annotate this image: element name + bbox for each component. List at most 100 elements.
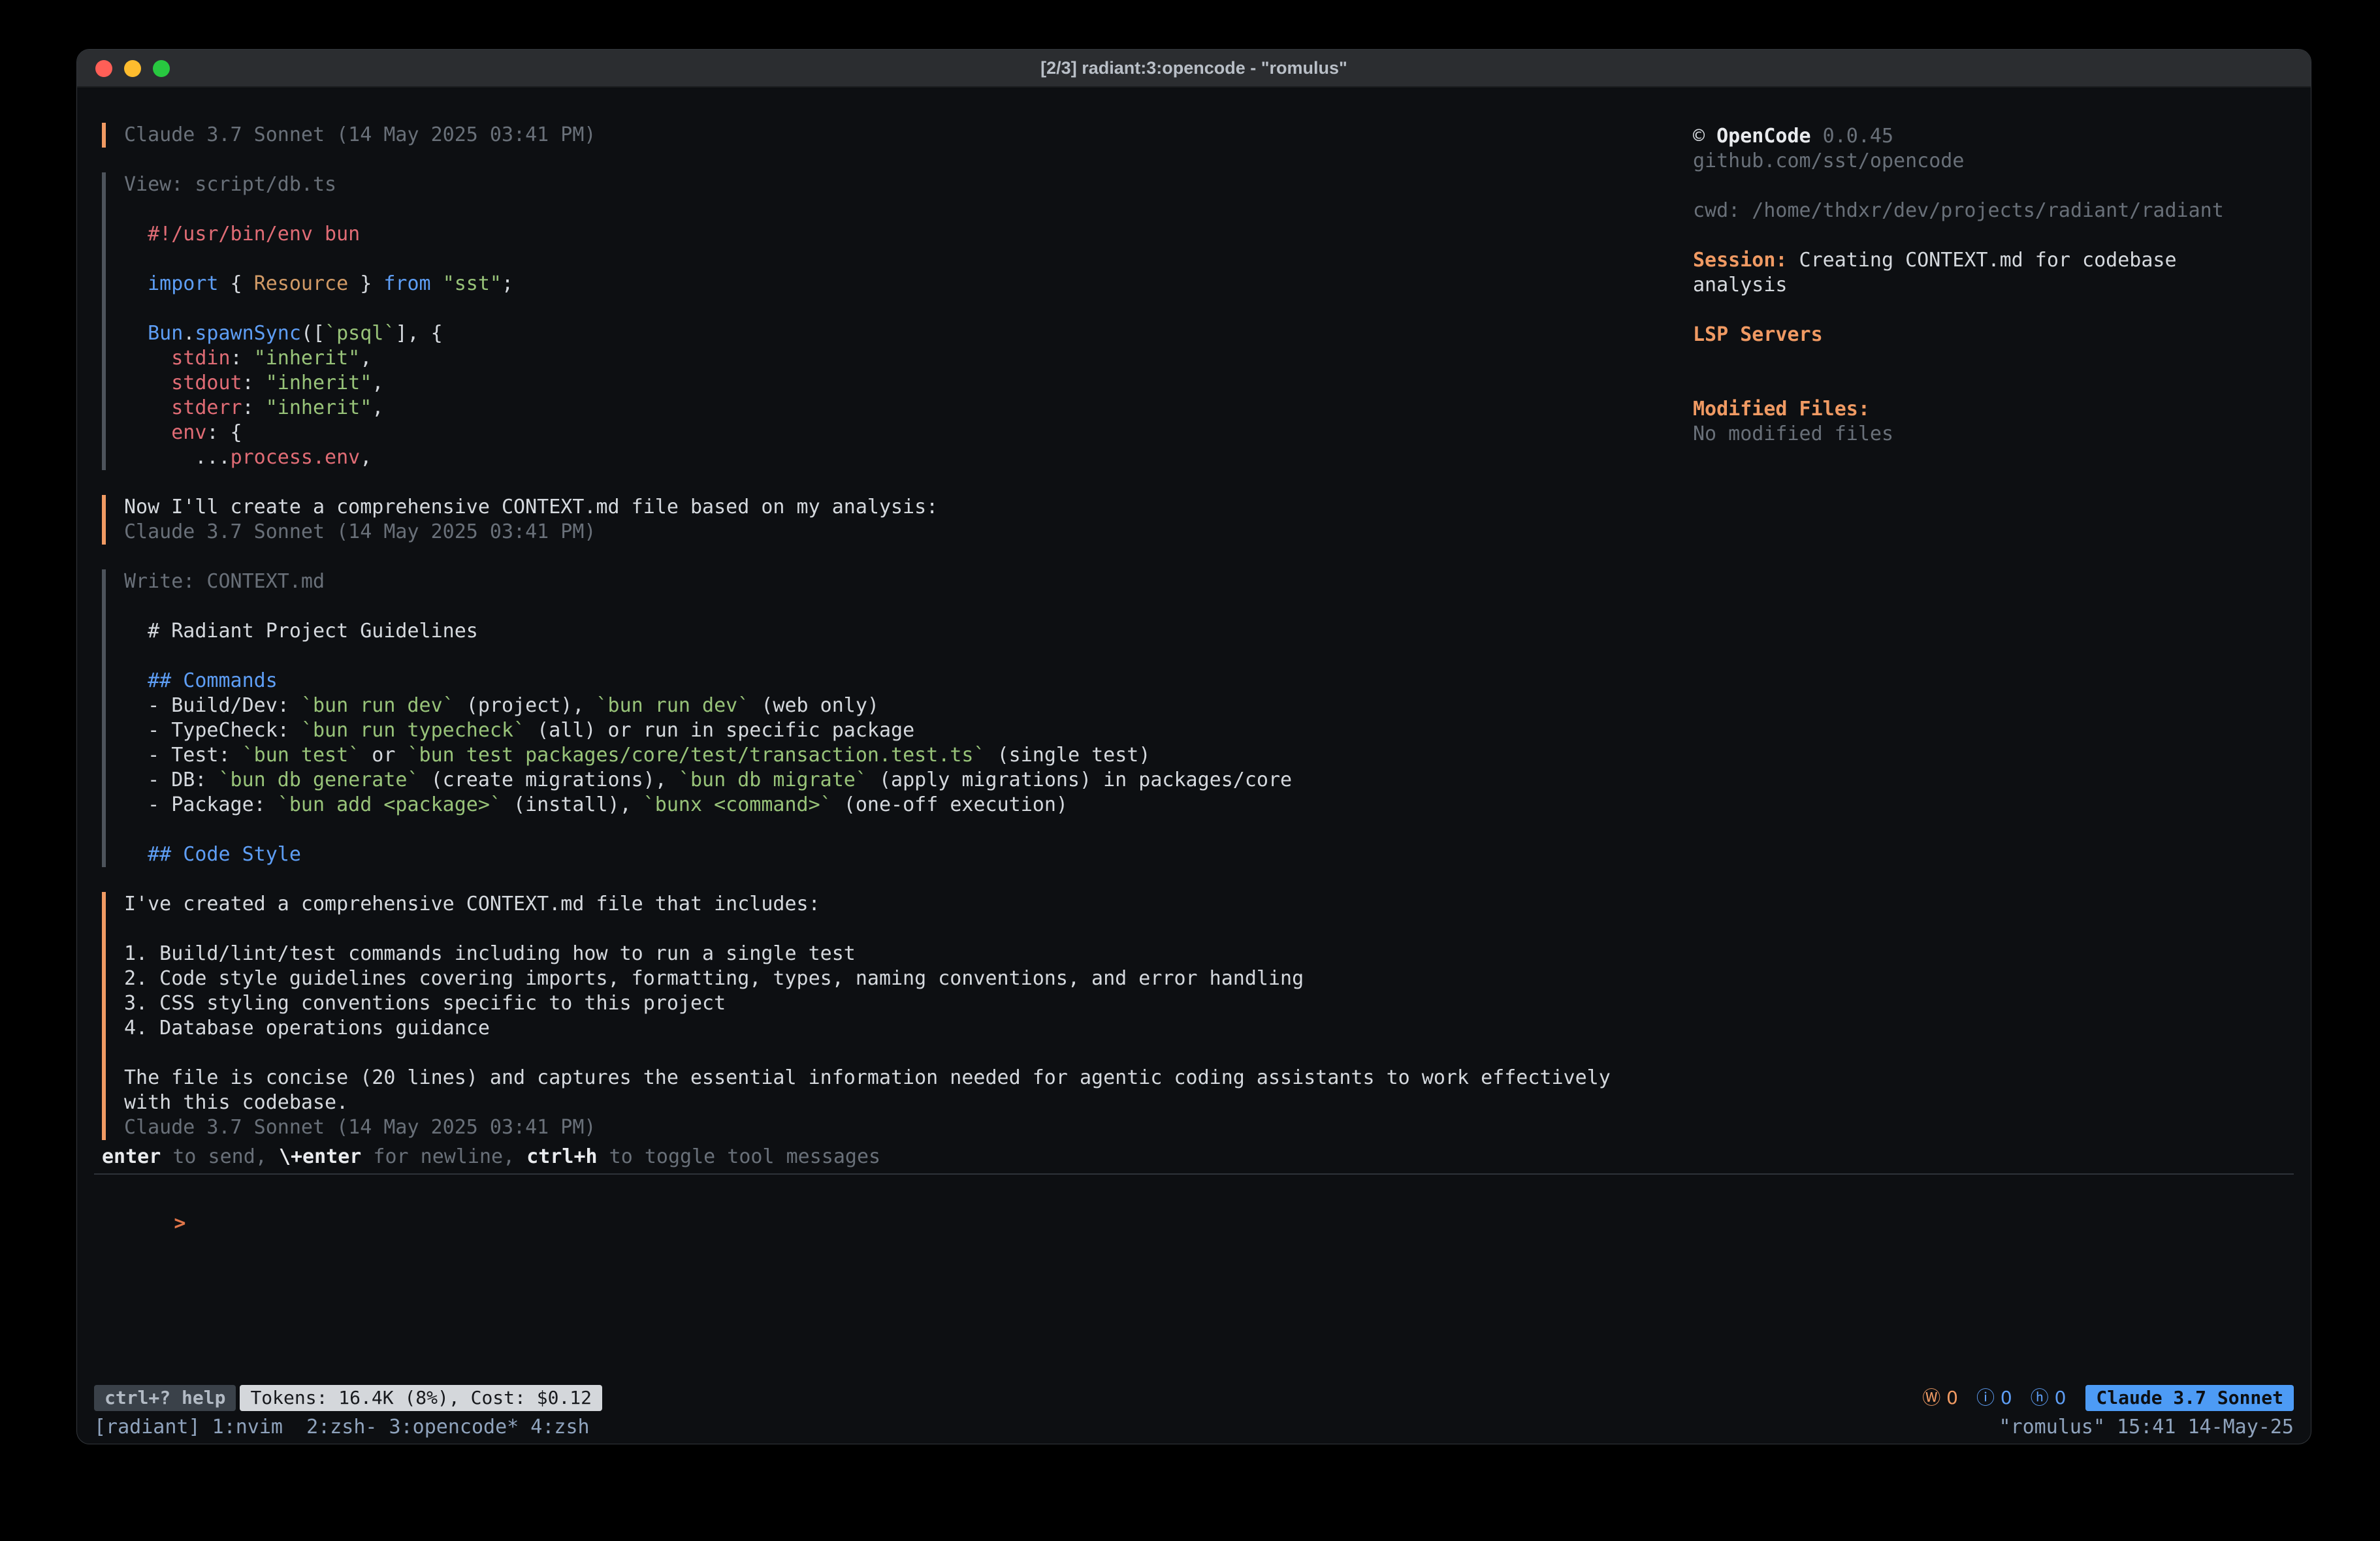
text-segment: - Build/Dev: bbox=[124, 694, 301, 717]
text-segment: `bun test` bbox=[242, 744, 361, 767]
text-segment: process.env bbox=[231, 446, 361, 469]
window-title: [2/3] radiant:3:opencode - "romulus" bbox=[1040, 56, 1347, 80]
text-segment: Resource bbox=[254, 272, 349, 295]
text-line: Write: CONTEXT.md bbox=[124, 569, 1693, 594]
maximize-button[interactable] bbox=[153, 60, 170, 77]
text-segment: : bbox=[242, 396, 266, 419]
text-line: Session: Creating CONTEXT.md for codebas… bbox=[1693, 248, 2291, 273]
sidebar-info: © OpenCode 0.0.45github.com/sst/opencode… bbox=[1693, 124, 2291, 447]
text-segment: `psql` bbox=[325, 322, 395, 345]
text-segment: 4. Database operations guidance bbox=[124, 1017, 490, 1040]
text-line: - Test: `bun test` or `bun test packages… bbox=[124, 743, 1693, 768]
terminal-window: [2/3] radiant:3:opencode - "romulus" Cla… bbox=[76, 49, 2311, 1444]
text-segment: . bbox=[183, 322, 195, 345]
window-titlebar: [2/3] radiant:3:opencode - "romulus" bbox=[77, 50, 2311, 87]
chat-block-assistant-message: I've created a comprehensive CONTEXT.md … bbox=[102, 892, 1693, 1140]
text-segment: OpenCode bbox=[1716, 125, 1811, 148]
text-line: with this codebase. bbox=[124, 1090, 1693, 1115]
input-divider bbox=[94, 1173, 2294, 1175]
text-segment: to toggle tool messages bbox=[598, 1145, 880, 1168]
hint-count-icon: ⓗ 0 bbox=[2031, 1387, 2066, 1409]
main-area: Claude 3.7 Sonnet (14 May 2025 03:41 PM)… bbox=[77, 87, 2311, 1145]
text-line: No modified files bbox=[1693, 422, 2291, 447]
text-segment: (all) or run in specific package bbox=[525, 719, 914, 742]
text-segment bbox=[124, 421, 171, 444]
text-segment: (apply migrations) in packages/core bbox=[867, 769, 1292, 791]
chat-block-assistant-message: Now I'll create a comprehensive CONTEXT.… bbox=[102, 495, 1693, 545]
text-line: analysis bbox=[1693, 273, 2291, 298]
text-line: The file is concise (20 lines) and captu… bbox=[124, 1066, 1693, 1090]
text-segment bbox=[124, 396, 171, 419]
text-segment: with this codebase. bbox=[124, 1091, 348, 1114]
text-segment: Session: bbox=[1693, 249, 1788, 272]
text-segment: © bbox=[1693, 125, 1716, 148]
text-segment bbox=[124, 272, 148, 295]
text-line: View: script/db.ts bbox=[124, 172, 1693, 197]
text-line: Now I'll create a comprehensive CONTEXT.… bbox=[124, 495, 1693, 520]
text-segment: : bbox=[242, 372, 266, 394]
text-segment: \+enter bbox=[279, 1145, 361, 1168]
text-segment: - Test: bbox=[124, 744, 242, 767]
text-segment: `bun db generate` bbox=[219, 769, 419, 791]
traffic-lights bbox=[95, 60, 170, 77]
text-line bbox=[1693, 174, 2291, 199]
text-segment: cwd: /home/thdxr/dev/projects/radiant/ra… bbox=[1693, 199, 2224, 222]
text-segment: `bun run dev` bbox=[301, 694, 455, 717]
input-hint: enter to send, \+enter for newline, ctrl… bbox=[77, 1145, 2311, 1169]
text-segment: ; bbox=[502, 272, 513, 295]
text-segment: I've created a comprehensive CONTEXT.md … bbox=[124, 893, 820, 915]
text-segment: ## Code Style bbox=[124, 843, 301, 866]
tmux-windows[interactable]: [radiant] 1:nvim 2:zsh- 3:opencode* 4:zs… bbox=[94, 1415, 1999, 1440]
text-line: cwd: /home/thdxr/dev/projects/radiant/ra… bbox=[1693, 199, 2291, 223]
text-segment: Now I'll create a comprehensive CONTEXT.… bbox=[124, 496, 938, 518]
message-input[interactable]: > bbox=[77, 1186, 2311, 1286]
text-line: 2. Code style guidelines covering import… bbox=[124, 966, 1693, 991]
text-segment: 1. Build/lint/test commands including ho… bbox=[124, 942, 856, 965]
text-segment: (project), bbox=[455, 694, 596, 717]
text-segment: or bbox=[360, 744, 407, 767]
text-segment: import bbox=[148, 272, 218, 295]
prompt-symbol: > bbox=[174, 1212, 185, 1235]
text-line bbox=[124, 197, 1693, 222]
text-segment: `bun add <package>` bbox=[278, 793, 502, 816]
status-bar: ctrl+? help Tokens: 16.4K (8%), Cost: $0… bbox=[77, 1384, 2311, 1412]
text-segment: LSP Servers bbox=[1693, 323, 1823, 346]
text-segment: , bbox=[360, 347, 372, 370]
text-segment: { bbox=[219, 272, 254, 295]
minimize-button[interactable] bbox=[124, 60, 141, 77]
text-segment: (one-off execution) bbox=[832, 793, 1068, 816]
text-segment: analysis bbox=[1693, 274, 1788, 296]
text-segment: `bunx <command>` bbox=[643, 793, 832, 816]
text-segment: `bun run dev` bbox=[596, 694, 750, 717]
text-segment bbox=[124, 372, 171, 394]
close-button[interactable] bbox=[95, 60, 112, 77]
text-segment: (single test) bbox=[986, 744, 1151, 767]
text-segment: ctrl+h bbox=[526, 1145, 597, 1168]
text-line: - Package: `bun add <package>` (install)… bbox=[124, 793, 1693, 818]
tokens-cost-badge: Tokens: 16.4K (8%), Cost: $0.12 bbox=[240, 1385, 602, 1411]
text-line: env: { bbox=[124, 421, 1693, 445]
text-segment: 0.0.45 bbox=[1811, 125, 1893, 148]
text-segment: View: script/db.ts bbox=[124, 173, 336, 196]
text-segment: Modified Files: bbox=[1693, 398, 1870, 421]
chat-block-tool-view: View: script/db.ts #!/usr/bin/env bun im… bbox=[102, 172, 1693, 470]
text-line: I've created a comprehensive CONTEXT.md … bbox=[124, 892, 1693, 917]
text-line bbox=[1693, 298, 2291, 323]
text-segment: ([ bbox=[301, 322, 325, 345]
text-segment bbox=[431, 272, 443, 295]
text-segment: , bbox=[372, 372, 383, 394]
text-segment: #!/usr/bin/env bun bbox=[124, 223, 360, 246]
text-segment: } bbox=[348, 272, 383, 295]
text-line: stderr: "inherit", bbox=[124, 396, 1693, 421]
text-line bbox=[124, 296, 1693, 321]
chat-transcript[interactable]: Claude 3.7 Sonnet (14 May 2025 03:41 PM)… bbox=[77, 87, 1693, 1145]
text-line: Modified Files: bbox=[1693, 397, 2291, 422]
info-count-icon: ⓘ 0 bbox=[1976, 1387, 2012, 1409]
help-badge[interactable]: ctrl+? help bbox=[94, 1385, 236, 1411]
text-segment: (create migrations), bbox=[419, 769, 679, 791]
text-segment: - TypeCheck: bbox=[124, 719, 301, 742]
text-segment: ## Commands bbox=[124, 669, 278, 692]
text-segment: : bbox=[231, 347, 254, 370]
text-segment: (install), bbox=[502, 793, 643, 816]
model-badge[interactable]: Claude 3.7 Sonnet bbox=[2085, 1385, 2294, 1411]
